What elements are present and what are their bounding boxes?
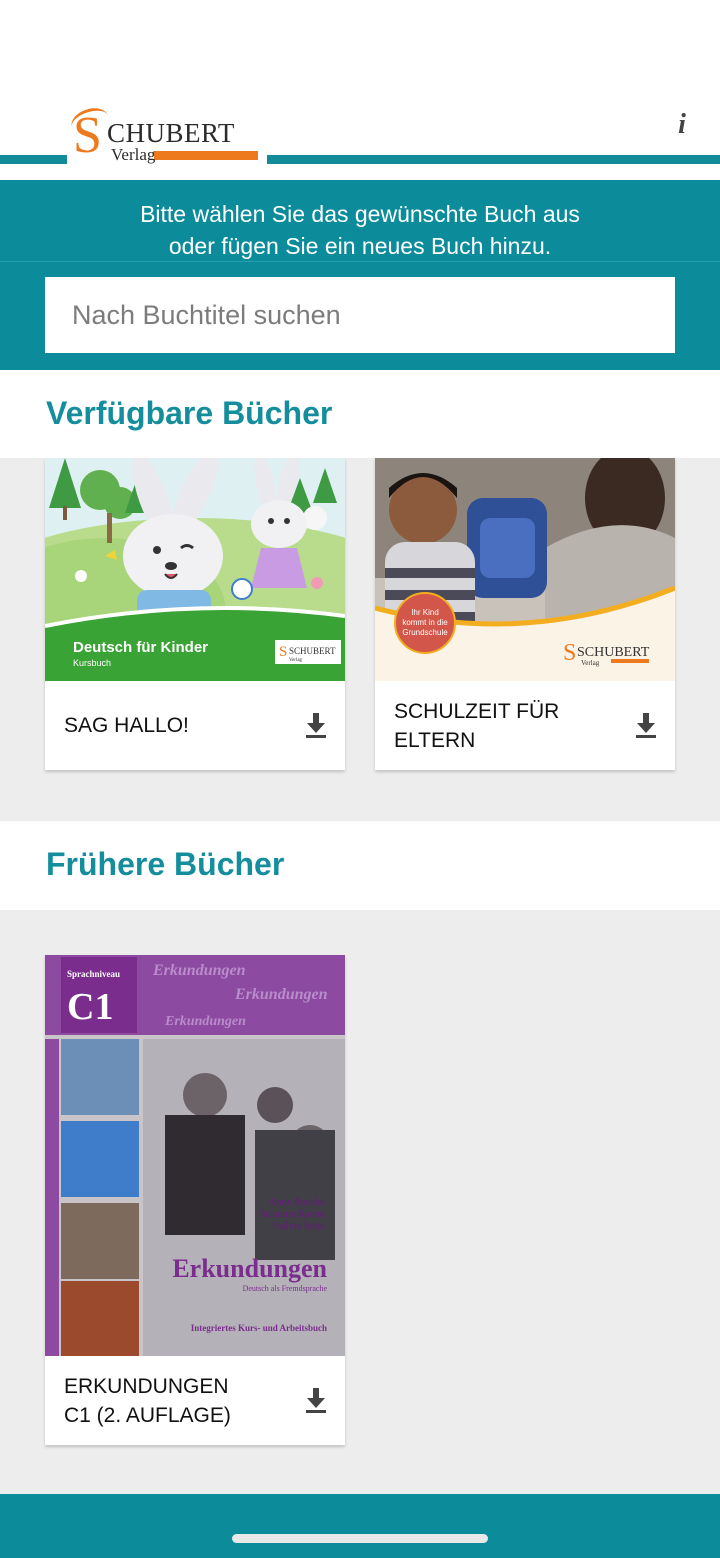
- intro-line-2: oder fügen Sie ein neues Buch hinzu.: [168, 233, 552, 259]
- book-title-line-2: C1 (2. AUFLAGE): [64, 1403, 231, 1427]
- cover-publisher: SCHUBERT: [577, 645, 650, 660]
- cover-author-2: Susanne Raven: [260, 1209, 326, 1220]
- cover-subtitle: Deutsch als Fremdsprache: [243, 1284, 328, 1293]
- book-title: ERKUNDUNGEN C1 (2. AUFLAGE): [64, 1356, 294, 1445]
- search-input[interactable]: [45, 277, 675, 353]
- cover-author-3: Szilvia Szita: [273, 1221, 325, 1232]
- bottom-bar: [0, 1494, 720, 1558]
- book-card-footer[interactable]: SCHULZEIT FÜR ELTERN: [375, 681, 675, 770]
- logo-bar: [154, 151, 258, 160]
- cover-level: C1: [67, 986, 113, 1028]
- book-card-schulzeit[interactable]: Ihr Kind kommt in die Grundschule S SCHU…: [375, 458, 675, 770]
- cover-photo: Ihr Kind kommt in die Grundschule S SCHU…: [375, 458, 675, 682]
- cover-bg-word: Erkundungen: [152, 962, 246, 979]
- book-title-line-1: SCHULZEIT FÜR: [394, 699, 560, 723]
- cover-publisher: SCHUBERT: [289, 646, 336, 656]
- cover-photo: Erkundungen Erkundungen Erkundungen Spra…: [45, 955, 345, 1356]
- book-cover-erkundungen[interactable]: Erkundungen Erkundungen Erkundungen Spra…: [45, 955, 345, 1356]
- book-title: SAG HALLO!: [64, 681, 294, 770]
- info-icon[interactable]: i: [668, 108, 696, 142]
- book-title-line-1: ERKUNDUNGEN: [64, 1374, 229, 1398]
- cover-publisher-initial: S: [279, 644, 287, 660]
- book-cover-sag-hallo[interactable]: Deutsch für Kinder Kursbuch S SCHUBERT V…: [45, 458, 345, 682]
- cover-illustration: Deutsch für Kinder Kursbuch S SCHUBERT V…: [45, 458, 345, 682]
- badge-line-2: kommt in die: [402, 618, 448, 627]
- intro-line-1: Bitte wählen Sie das gewünschte Buch aus: [140, 201, 580, 227]
- home-gesture-handle[interactable]: [232, 1534, 488, 1543]
- cover-title: Deutsch für Kinder: [73, 639, 208, 656]
- intro-panel: Bitte wählen Sie das gewünschte Buch aus…: [0, 180, 720, 370]
- cover-footer: Integriertes Kurs- und Arbeitsbuch: [191, 1323, 327, 1333]
- book-card-sag-hallo[interactable]: Deutsch für Kinder Kursbuch S SCHUBERT V…: [45, 458, 345, 770]
- book-card-erkundungen[interactable]: Erkundungen Erkundungen Erkundungen Spra…: [45, 955, 345, 1445]
- book-cover-schulzeit[interactable]: Ihr Kind kommt in die Grundschule S SCHU…: [375, 458, 675, 682]
- logo-subtitle: Verlag: [111, 145, 156, 164]
- cover-author-1: Anne Buscha: [269, 1197, 325, 1208]
- logo-name: CHUBERT: [107, 118, 235, 148]
- book-card-footer[interactable]: SAG HALLO!: [45, 681, 345, 770]
- book-card-footer[interactable]: ERKUNDUNGEN C1 (2. AUFLAGE): [45, 1356, 345, 1445]
- book-title-text: SAG HALLO!: [64, 714, 189, 737]
- section-title: Verfügbare Bücher: [46, 395, 333, 431]
- intro-divider: [0, 261, 720, 262]
- cover-publisher-sub: Verlag: [581, 659, 600, 667]
- section-available-books: Verfügbare Bücher: [0, 370, 720, 458]
- cover-level-label: Sprachniveau: [67, 969, 120, 979]
- status-bar: [0, 0, 720, 100]
- cover-title: Erkundungen: [172, 1254, 327, 1283]
- schubert-verlag-logo: S CHUBERT Verlag: [67, 103, 267, 165]
- download-icon[interactable]: [303, 1386, 329, 1414]
- book-title: SCHULZEIT FÜR ELTERN: [394, 681, 624, 770]
- cover-publisher-initial: S: [563, 640, 576, 666]
- download-icon[interactable]: [303, 711, 329, 739]
- section-title: Frühere Bücher: [46, 846, 285, 882]
- cover-publisher-sub: Verlag: [289, 658, 303, 663]
- logo-initial: S: [73, 107, 102, 164]
- badge-line-1: Ihr Kind: [411, 608, 439, 617]
- cover-bg-word: Erkundungen: [234, 986, 328, 1003]
- cover-subtitle: Kursbuch: [73, 658, 111, 668]
- cover-bg-word: Erkundungen: [164, 1014, 246, 1029]
- download-icon[interactable]: [633, 711, 659, 739]
- book-title-line-2: ELTERN: [394, 728, 476, 752]
- section-earlier-books: Frühere Bücher: [0, 821, 720, 910]
- badge-line-3: Grundschule: [402, 628, 448, 637]
- intro-text: Bitte wählen Sie das gewünschte Buch aus…: [0, 198, 720, 262]
